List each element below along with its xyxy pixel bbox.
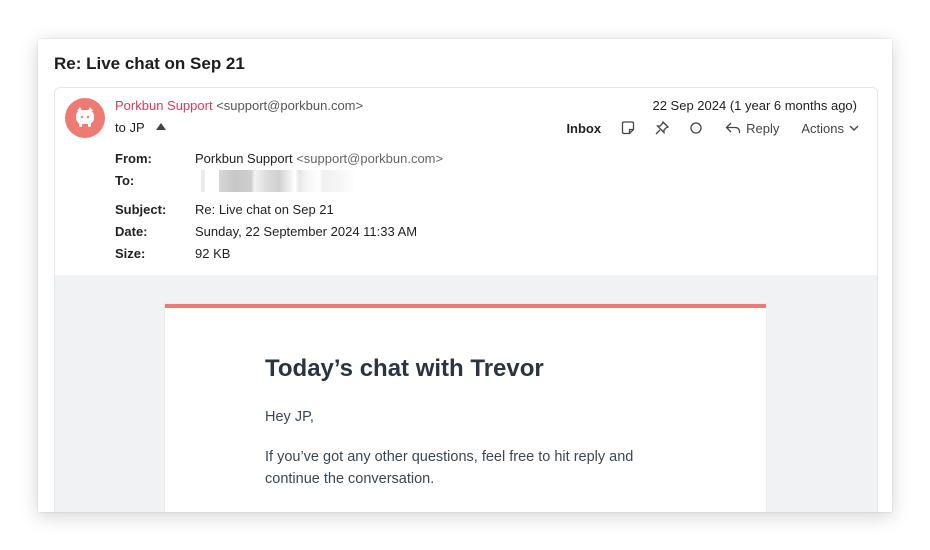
folder-label[interactable]: Inbox (566, 121, 601, 136)
subject-value: Re: Live chat on Sep 21 (195, 202, 334, 217)
message-toolbar: Inbox Reply Actions (566, 116, 859, 140)
from-name[interactable]: Porkbun Support (195, 151, 293, 166)
email-heading: Today’s chat with Trevor (265, 355, 544, 382)
reply-arrow-icon (725, 122, 741, 133)
header-to: To: (115, 170, 443, 199)
sender-email[interactable]: <support@porkbun.com> (216, 98, 363, 113)
sender-avatar[interactable] (65, 98, 105, 138)
message-date: 22 Sep 2024 (1 year 6 months ago) (652, 98, 857, 113)
note-icon[interactable] (619, 119, 637, 137)
message-body: Today’s chat with Trevor Hey JP, If you’… (55, 275, 877, 512)
redacted-recipient (195, 170, 355, 192)
from-value: Porkbun Support <support@porkbun.com> (195, 148, 443, 170)
header-subject: Subject: Re: Live chat on Sep 21 (115, 199, 443, 221)
recipient-summary: to JP (115, 120, 167, 135)
email-window: Re: Live chat on Sep 21 Porkbun Support … (38, 39, 892, 512)
sender-name[interactable]: Porkbun Support (115, 98, 213, 113)
email-content-card: Today’s chat with Trevor Hey JP, If you’… (165, 304, 766, 512)
header-size: Size: 92 KB (115, 243, 443, 265)
to-label: To: (115, 173, 135, 188)
thread-title: Re: Live chat on Sep 21 (54, 54, 245, 73)
pin-icon[interactable] (653, 119, 671, 137)
to-value-redacted (195, 170, 355, 199)
email-paragraph: If you’ve got any other questions, feel … (265, 449, 634, 487)
reply-label: Reply (746, 120, 780, 136)
email-greeting: Hey JP, (265, 409, 314, 425)
date-value: Sunday, 22 September 2024 11:33 AM (195, 224, 418, 239)
chevron-down-icon (849, 125, 859, 131)
from-email[interactable]: <support@porkbun.com> (296, 151, 443, 166)
actions-menu[interactable]: Actions (801, 121, 859, 136)
sender-line: Porkbun Support <support@porkbun.com> (115, 98, 363, 113)
size-value: 92 KB (195, 246, 231, 261)
message-card: Porkbun Support <support@porkbun.com> to… (54, 87, 878, 512)
date-label: Date: (115, 224, 148, 239)
pig-logo-icon (76, 107, 94, 127)
details-toggle-icon[interactable] (156, 123, 167, 130)
message-headers: From: Porkbun Support <support@porkbun.c… (115, 148, 443, 265)
size-label: Size: (115, 246, 146, 261)
header-from: From: Porkbun Support <support@porkbun.c… (115, 148, 443, 170)
header-date: Date: Sunday, 22 September 2024 11:33 AM (115, 221, 443, 243)
reply-button[interactable]: Reply (725, 121, 779, 136)
subject-label: Subject: (115, 202, 167, 217)
circle-icon[interactable] (687, 119, 705, 137)
actions-label: Actions (801, 120, 844, 136)
recipient-summary-text: to JP (115, 120, 145, 135)
from-label: From: (115, 151, 152, 166)
